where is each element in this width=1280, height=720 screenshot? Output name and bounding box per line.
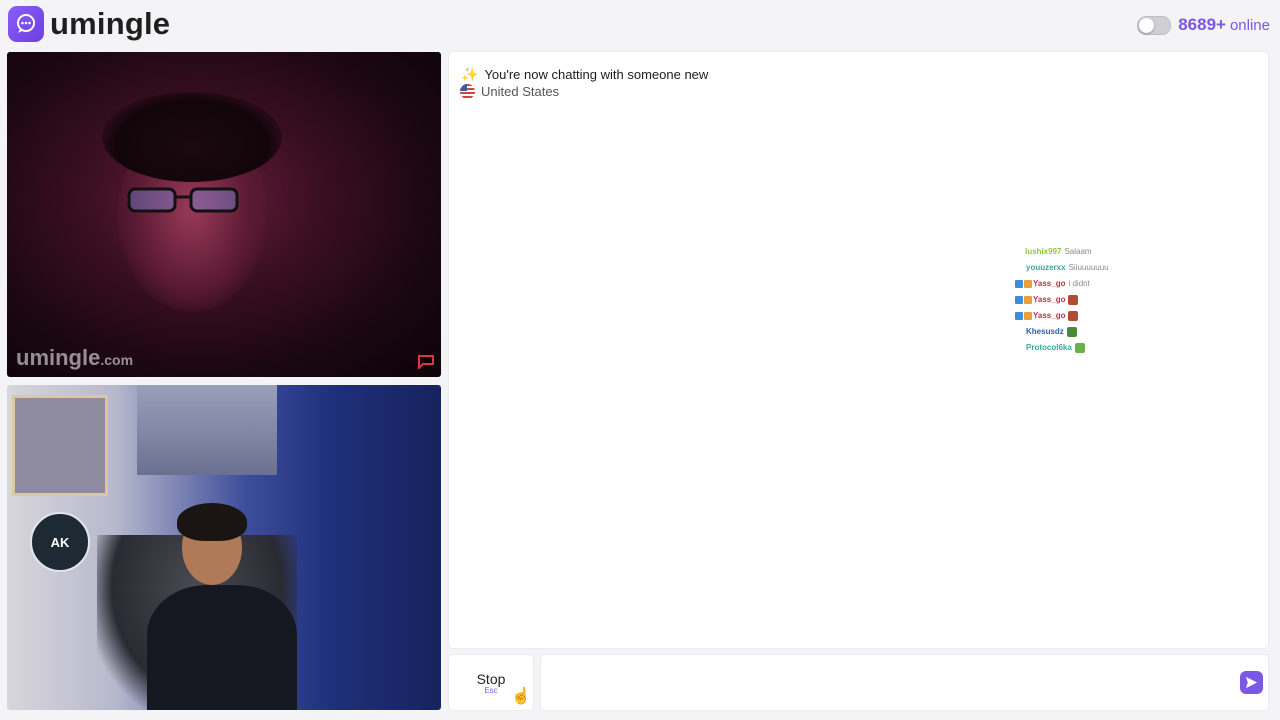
toggle-knob bbox=[1139, 17, 1155, 33]
emote-icon bbox=[1066, 327, 1077, 337]
badge-icon bbox=[1024, 296, 1032, 304]
badge-icon bbox=[1015, 312, 1023, 320]
overlay-username: Yass_go bbox=[1033, 279, 1066, 288]
stream-chat-overlay: lushix997 Salaam youuzerxx Siiuuuuuuu Yass_g… bbox=[1015, 244, 1155, 356]
us-flag-icon bbox=[460, 84, 475, 99]
overlay-username: Yass_go bbox=[1033, 295, 1066, 304]
emote-icon bbox=[1068, 295, 1079, 305]
hand-cursor-icon: ☝ bbox=[511, 688, 531, 705]
channel-avatar: AK bbox=[30, 512, 90, 572]
report-flag-icon[interactable] bbox=[417, 355, 435, 371]
overlay-username: lushix997 bbox=[1025, 247, 1062, 256]
overlay-row: lushix997 Salaam bbox=[1015, 244, 1155, 260]
online-label: online bbox=[1229, 16, 1270, 34]
send-icon bbox=[1245, 676, 1258, 689]
overlay-row: youuzerxx Siiuuuuuuu bbox=[1015, 260, 1155, 276]
badge-icon bbox=[1024, 312, 1032, 320]
watermark-text: umingle bbox=[16, 345, 101, 370]
overlay-row: Khesusdz bbox=[1015, 324, 1155, 340]
badge-icon bbox=[1015, 280, 1023, 288]
stop-label: Stop bbox=[476, 671, 506, 687]
wall-poster bbox=[12, 395, 108, 496]
video-watermark: umingle.com bbox=[16, 345, 133, 371]
emote-icon bbox=[1074, 343, 1085, 353]
system-message-text: You're now chatting with someone new bbox=[484, 67, 709, 82]
self-hair bbox=[177, 503, 247, 541]
send-button[interactable] bbox=[1240, 671, 1263, 694]
header: umingle 8689+ online bbox=[0, 0, 1280, 48]
stop-button[interactable]: Stop Esc ☝ bbox=[449, 655, 533, 710]
brand-name: umingle bbox=[50, 6, 171, 41]
stranger-video: umingle.com bbox=[7, 52, 441, 377]
overlay-username: youuzerxx bbox=[1026, 263, 1066, 272]
online-count: 8689+ bbox=[1178, 15, 1226, 34]
overlay-message: Salaam bbox=[1064, 247, 1092, 256]
overlay-username: Yass_go bbox=[1033, 311, 1066, 320]
overlay-row: Yass_go i didnt bbox=[1015, 276, 1155, 292]
system-message: ✨ You're now chatting with someone new bbox=[461, 66, 708, 83]
overlay-row: Yass_go bbox=[1015, 308, 1155, 324]
online-indicator: 8689+ online bbox=[1137, 15, 1270, 35]
chat-bubble-icon bbox=[8, 6, 44, 42]
wall-photos bbox=[137, 385, 277, 475]
overlay-row: Protocol6ka bbox=[1015, 340, 1155, 356]
self-video: AK bbox=[7, 385, 441, 710]
chat-panel: ✨ You're now chatting with someone new U… bbox=[449, 52, 1268, 648]
watermark-suffix: .com bbox=[100, 352, 134, 368]
badge-icon bbox=[1015, 296, 1023, 304]
theme-toggle[interactable] bbox=[1137, 15, 1172, 35]
stranger-hair bbox=[102, 92, 282, 182]
overlay-row: Yass_go bbox=[1015, 292, 1155, 308]
avatar-text: AK bbox=[50, 534, 70, 550]
overlay-username: Khesusdz bbox=[1026, 327, 1064, 336]
sparkle-icon: ✨ bbox=[461, 66, 479, 82]
logo[interactable]: umingle bbox=[8, 6, 170, 42]
overlay-message: i didnt bbox=[1068, 279, 1090, 288]
glasses-icon bbox=[125, 185, 245, 215]
overlay-message: Siiuuuuuuu bbox=[1068, 263, 1109, 272]
badge-icon bbox=[1024, 280, 1032, 288]
message-input[interactable] bbox=[541, 655, 1268, 710]
emote-icon bbox=[1068, 311, 1079, 321]
stranger-country: United States bbox=[460, 84, 559, 99]
country-name: United States bbox=[481, 84, 560, 99]
overlay-username: Protocol6ka bbox=[1026, 343, 1072, 352]
self-torso bbox=[147, 585, 297, 710]
